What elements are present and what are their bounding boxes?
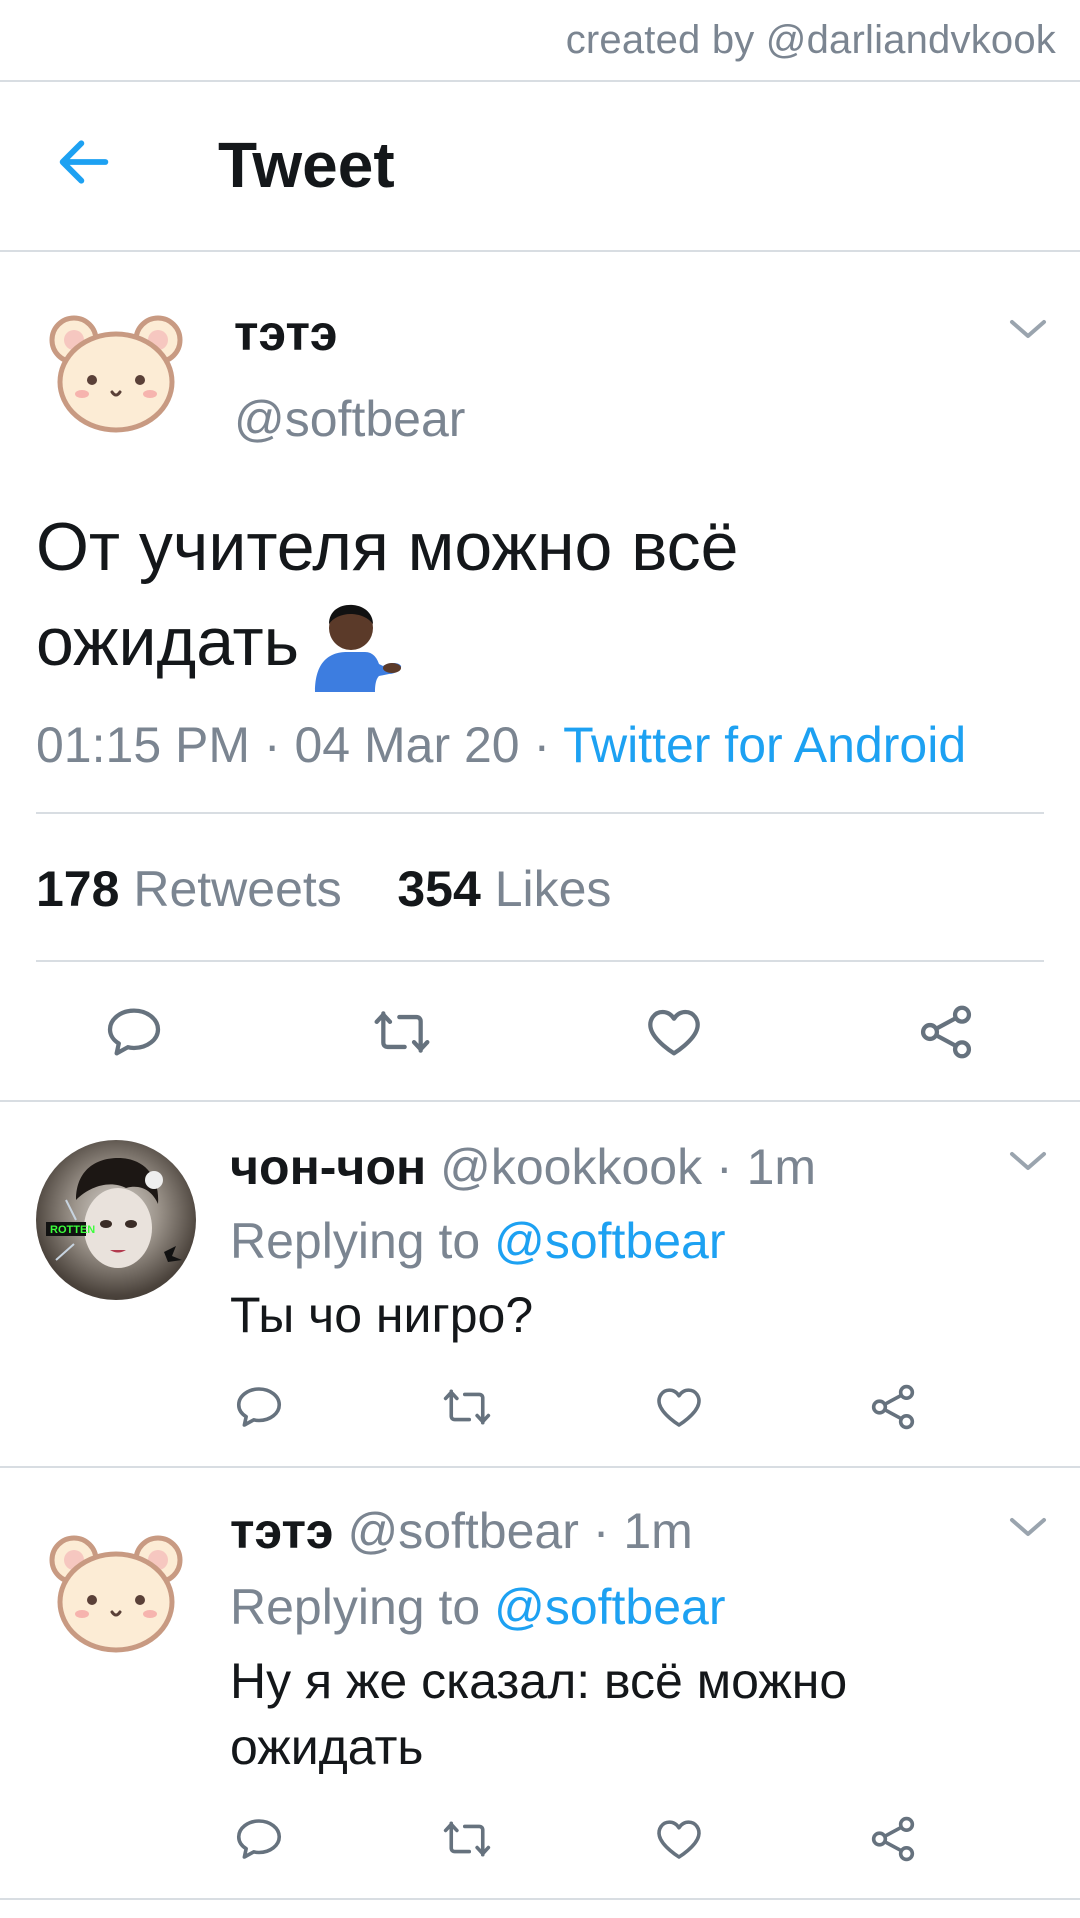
tweet-time: 01:15 PM bbox=[36, 717, 251, 773]
reply-time: 1m bbox=[746, 1139, 817, 1195]
tweet-text-line2-wrap: ожидать bbox=[36, 595, 1036, 693]
reply-icon[interactable] bbox=[232, 1380, 286, 1434]
tweet-meta: 01:15 PM · 04 Mar 20 · Twitter for Andro… bbox=[36, 716, 966, 774]
retweet-icon[interactable] bbox=[440, 1380, 494, 1434]
retweet-icon[interactable] bbox=[440, 1812, 494, 1866]
replying-to: Replying to @softbear bbox=[230, 1578, 725, 1636]
reply-author-handle[interactable]: @kookkook bbox=[440, 1139, 702, 1195]
reply-icon[interactable] bbox=[232, 1812, 286, 1866]
likes-stat[interactable]: 354 Likes bbox=[397, 861, 611, 917]
chevron-down-icon[interactable] bbox=[1006, 1146, 1050, 1176]
man-tipping-hand-emoji bbox=[315, 604, 402, 693]
avatar-bear[interactable] bbox=[36, 290, 196, 450]
retweets-stat[interactable]: 178 Retweets bbox=[36, 861, 342, 917]
likes-label: Likes bbox=[494, 861, 612, 917]
chevron-down-icon[interactable] bbox=[1006, 1512, 1050, 1542]
divider bbox=[0, 1100, 1080, 1102]
replying-to-handle[interactable]: @softbear bbox=[494, 1213, 725, 1269]
creator-credit: created by @darliandvkook bbox=[565, 18, 1056, 62]
reply-author-name[interactable]: чон-чон bbox=[230, 1139, 426, 1195]
share-icon[interactable] bbox=[866, 1380, 920, 1434]
arrow-left-icon[interactable] bbox=[52, 130, 116, 194]
retweets-count: 178 bbox=[36, 861, 120, 917]
reply-text: Ну я же сказал: всё можно ожидать bbox=[230, 1653, 848, 1775]
svg-text:ROTTEN: ROTTEN bbox=[50, 1224, 95, 1236]
page-title: Tweet bbox=[218, 129, 395, 201]
tweet-stats: 178 Retweets 354 Likes bbox=[36, 860, 611, 918]
avatar-bear[interactable] bbox=[36, 1510, 196, 1670]
avatar-photo[interactable]: ROTTEN bbox=[36, 1140, 196, 1300]
retweet-icon[interactable] bbox=[370, 1000, 434, 1064]
divider bbox=[0, 250, 1080, 252]
avatar-image: ROTTEN bbox=[46, 1158, 182, 1268]
tweet-source-link[interactable]: Twitter for Android bbox=[563, 717, 966, 773]
replying-to-handle[interactable]: @softbear bbox=[494, 1579, 725, 1635]
meta-separator: · bbox=[263, 717, 281, 773]
chevron-down-icon[interactable] bbox=[1006, 314, 1050, 344]
heart-icon[interactable] bbox=[652, 1380, 706, 1434]
replying-label: Replying to bbox=[230, 1579, 481, 1635]
reply-header: чон-чон @kookkook · 1m bbox=[230, 1138, 816, 1196]
divider bbox=[36, 812, 1044, 814]
author-handle[interactable]: @softbear bbox=[234, 390, 465, 448]
tweet-text-line1: От учителя можно всё bbox=[36, 509, 739, 585]
reply-text: Ты чо нигро? bbox=[230, 1287, 534, 1343]
replying-to: Replying to @softbear bbox=[230, 1212, 725, 1270]
meta-separator: · bbox=[533, 717, 551, 773]
tweet-text-line2: ожидать bbox=[36, 604, 300, 680]
divider bbox=[36, 960, 1044, 962]
share-icon[interactable] bbox=[866, 1812, 920, 1866]
author-name[interactable]: тэтэ bbox=[234, 304, 338, 362]
meta-separator: · bbox=[716, 1139, 733, 1195]
reply-author-handle[interactable]: @softbear bbox=[347, 1503, 578, 1559]
retweets-label: Retweets bbox=[133, 861, 342, 917]
reply-time: 1m bbox=[623, 1503, 693, 1559]
heart-icon[interactable] bbox=[652, 1812, 706, 1866]
tweet-text: От учителя можно всё ожидать bbox=[36, 500, 1036, 693]
divider bbox=[0, 1898, 1080, 1900]
reply-icon[interactable] bbox=[102, 1000, 166, 1064]
share-icon[interactable] bbox=[914, 1000, 978, 1064]
replying-label: Replying to bbox=[230, 1213, 481, 1269]
meta-separator: · bbox=[592, 1503, 610, 1559]
reply-author-name[interactable]: тэтэ bbox=[230, 1503, 334, 1559]
divider bbox=[0, 80, 1080, 82]
divider bbox=[0, 1466, 1080, 1468]
likes-count: 354 bbox=[397, 861, 481, 917]
heart-icon[interactable] bbox=[642, 1000, 706, 1064]
reply-header: тэтэ @softbear · 1m bbox=[230, 1502, 693, 1560]
tweet-date: 04 Mar 20 bbox=[294, 717, 520, 773]
